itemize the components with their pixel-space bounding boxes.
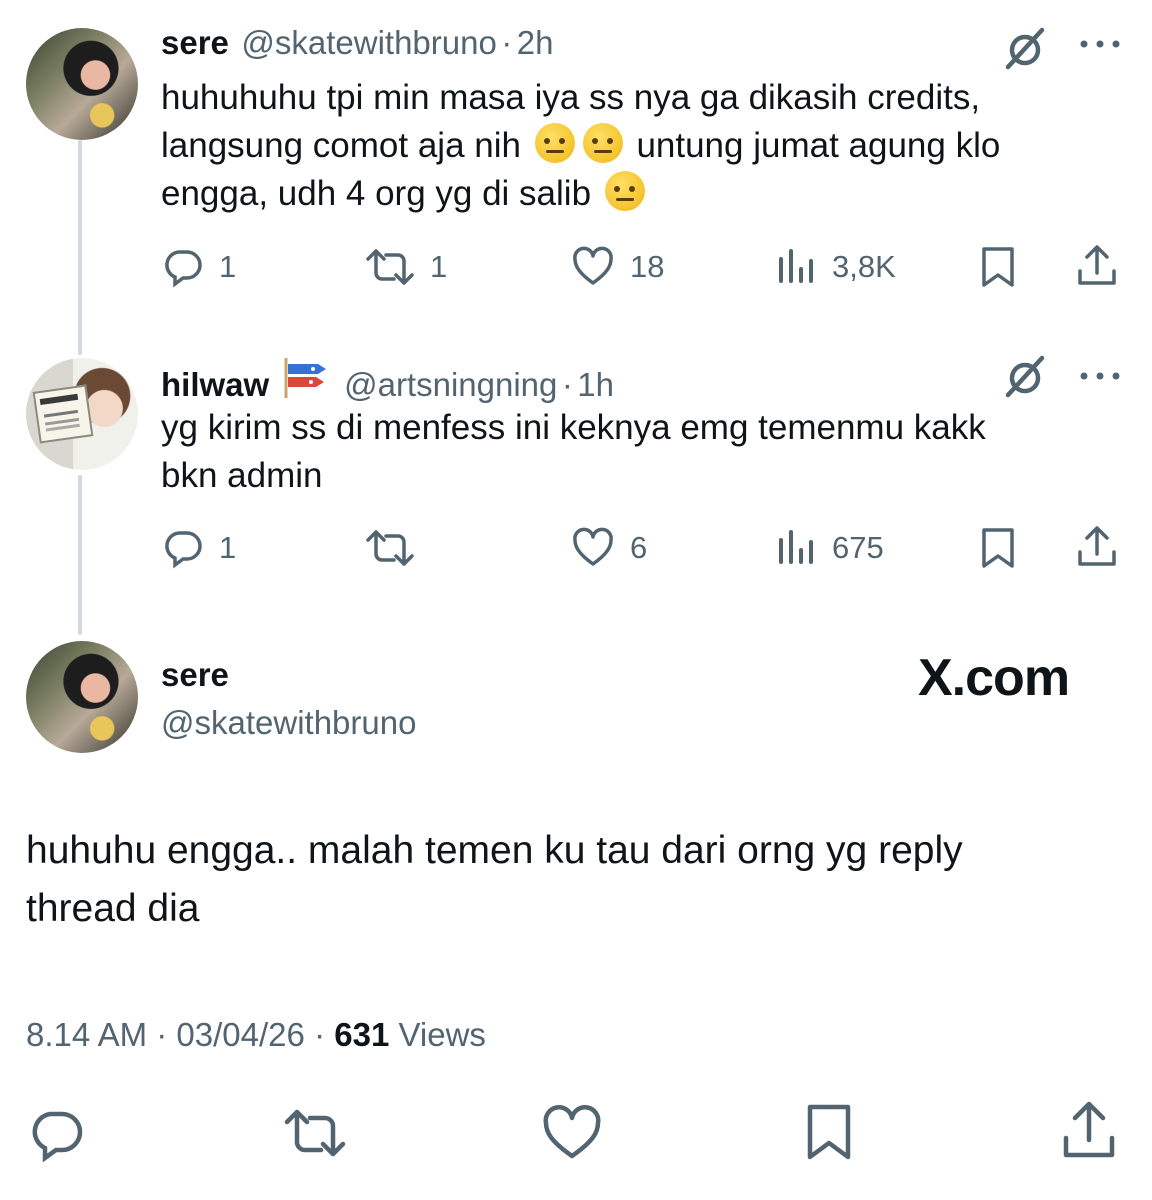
views-label[interactable]: Views [398, 1016, 485, 1053]
like-button[interactable]: 18 [570, 245, 664, 289]
tweet-text: yg kirim ss di menfess ini keknya emg te… [161, 404, 1121, 500]
repost-button[interactable] [364, 526, 430, 570]
views-count: 3,8K [832, 249, 896, 284]
raised-eyebrow-emoji-icon [582, 123, 623, 163]
grok-icon[interactable] [1000, 352, 1050, 402]
like-icon[interactable] [540, 1104, 604, 1164]
reply-icon [165, 250, 202, 288]
like-icon [573, 527, 613, 566]
share-icon[interactable] [1074, 243, 1120, 289]
carp-streamer-flag-icon [284, 358, 326, 398]
avatar[interactable] [26, 358, 138, 470]
reply-icon [165, 531, 202, 569]
separator: · [561, 366, 573, 403]
avatar-sign [32, 384, 94, 444]
bookmark-icon[interactable] [802, 1102, 856, 1162]
separator: · [314, 1016, 326, 1053]
reply-icon[interactable] [26, 1106, 86, 1162]
separator: · [156, 1016, 168, 1053]
repost-count: 1 [430, 249, 448, 284]
raised-eyebrow-emoji-icon [534, 123, 575, 163]
views-button[interactable]: 675 [776, 526, 884, 570]
timestamp[interactable]: 1h [577, 366, 614, 403]
display-name[interactable]: sere [161, 656, 229, 694]
text-segment: langsung comot aja nih [161, 126, 521, 165]
views-count: 675 [832, 530, 884, 565]
text-line: langsung comot aja nih untung jumat agun… [161, 122, 1121, 170]
post-time[interactable]: 8.14 AM [26, 1016, 147, 1053]
views-count[interactable]: 631 [334, 1016, 389, 1053]
text-line: yg kirim ss di menfess ini keknya emg te… [161, 408, 986, 447]
tweet-meta: 8.14 AM · 03/04/26 · 631 Views [26, 1016, 486, 1054]
tweet-text: huhuhuhu tpi min masa iya ss nya ga dika… [161, 74, 1121, 218]
views-icon [779, 249, 813, 283]
views-icon [779, 530, 813, 564]
text-line: huhuhu engga.. malah temen ku tau dari o… [26, 829, 963, 872]
text-segment: engga, udh 4 org yg di salib [161, 174, 592, 213]
text-segment: untung jumat agung klo [636, 126, 1001, 165]
like-icon [573, 246, 613, 285]
x-brand-logo: X.com [918, 649, 1070, 707]
more-icon[interactable] [1076, 36, 1124, 52]
reply-button[interactable]: 1 [161, 245, 236, 289]
text-line: thread dia [26, 887, 200, 930]
avatar[interactable] [26, 28, 138, 140]
share-icon[interactable] [1058, 1100, 1120, 1162]
handle[interactable]: @skatewithbruno [241, 24, 496, 61]
display-name[interactable]: sere [161, 24, 229, 61]
text-line: huhuhuhu tpi min masa iya ss nya ga dika… [161, 78, 981, 117]
bookmark-icon[interactable] [978, 245, 1018, 289]
text-line: engga, udh 4 org yg di salib [161, 170, 1121, 218]
repost-icon [366, 530, 414, 566]
grok-icon[interactable] [1000, 24, 1050, 74]
tweet-text: huhuhu engga.. malah temen ku tau dari o… [26, 822, 1126, 938]
reply-count: 1 [219, 530, 237, 565]
reply-button[interactable]: 1 [161, 526, 236, 570]
thread-line [78, 475, 82, 635]
share-icon[interactable] [1074, 524, 1120, 570]
handle[interactable]: @artsningning [344, 366, 557, 403]
like-button[interactable]: 6 [570, 526, 647, 570]
like-count: 6 [630, 530, 648, 565]
repost-button[interactable]: 1 [364, 245, 447, 289]
text-line: bkn admin [161, 456, 323, 495]
repost-icon [366, 249, 414, 285]
raised-eyebrow-emoji-icon [604, 171, 645, 211]
views-button[interactable]: 3,8K [776, 245, 896, 289]
handle[interactable]: @skatewithbruno [161, 704, 416, 742]
repost-icon[interactable] [282, 1104, 348, 1164]
separator: · [501, 24, 513, 61]
avatar[interactable] [26, 641, 138, 753]
thread-line [78, 140, 82, 355]
display-name[interactable]: hilwaw [161, 366, 269, 403]
like-count: 18 [630, 249, 665, 284]
timestamp[interactable]: 2h [517, 24, 554, 61]
post-date[interactable]: 03/04/26 [176, 1016, 304, 1053]
tweet-header: sere @skatewithbruno · 2h [161, 24, 553, 62]
tweet-header: hilwaw @artsningning · 1h [161, 356, 614, 404]
reply-count: 1 [219, 249, 237, 284]
more-icon[interactable] [1076, 368, 1124, 384]
bookmark-icon[interactable] [978, 526, 1018, 570]
